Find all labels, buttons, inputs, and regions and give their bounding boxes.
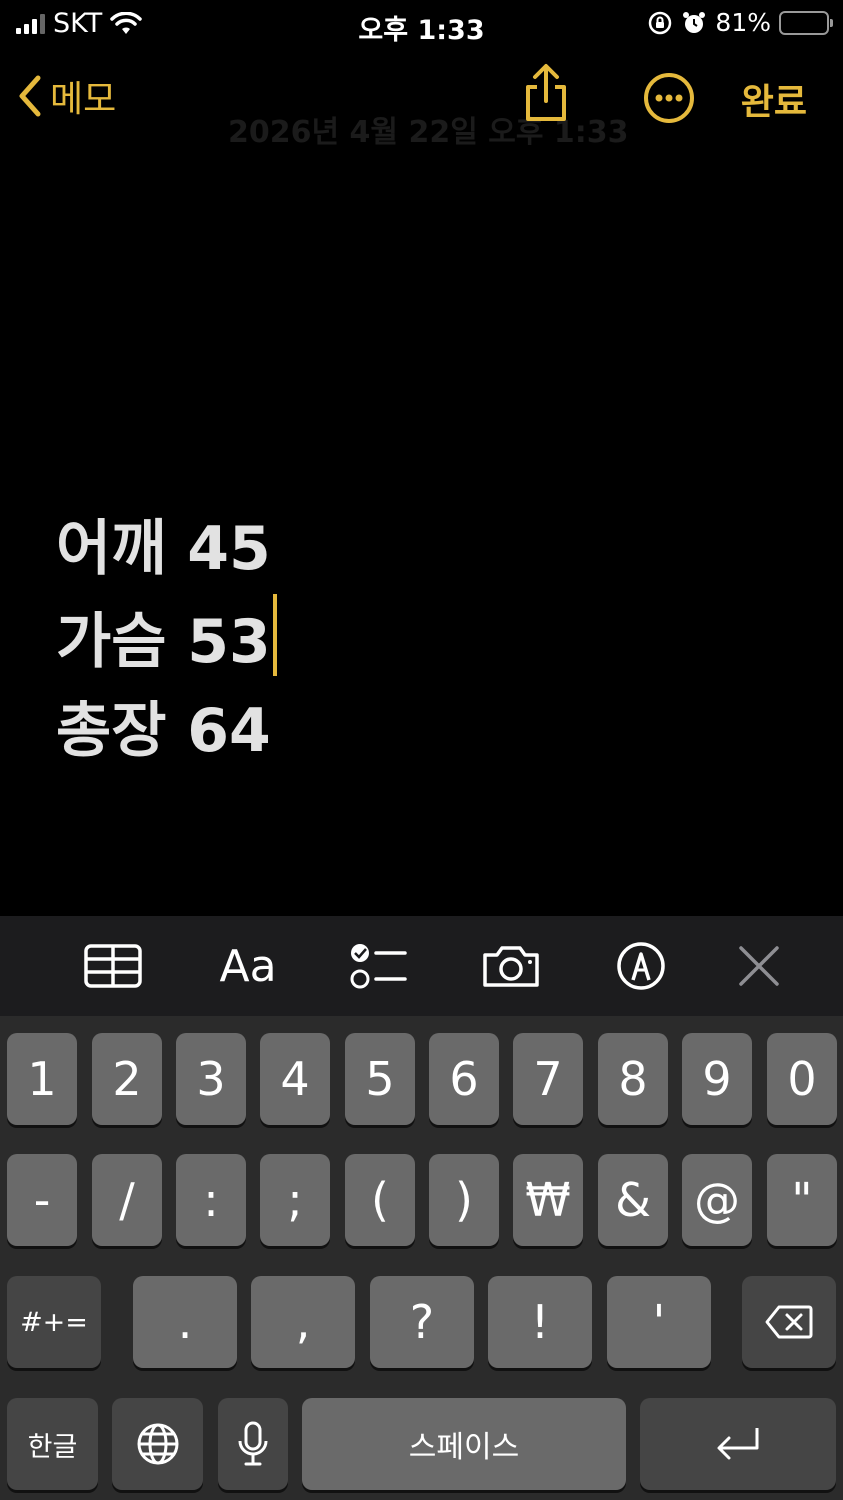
- key-5[interactable]: 5: [345, 1033, 415, 1125]
- key-4[interactable]: !: [488, 1276, 592, 1368]
- note-line: 어깨 45: [56, 505, 277, 594]
- symbols-toggle-key[interactable]: #+=: [7, 1276, 101, 1368]
- checklist-button[interactable]: [348, 938, 408, 994]
- key-9[interactable]: @: [682, 1154, 752, 1246]
- more-icon: [644, 73, 694, 123]
- format-button[interactable]: Aa: [216, 938, 280, 994]
- back-label: 메모: [50, 79, 117, 120]
- table-button[interactable]: [84, 938, 142, 994]
- table-icon: [84, 944, 142, 988]
- language-key[interactable]: 한글: [7, 1398, 98, 1490]
- status-right: 81% ⚡: [647, 8, 833, 37]
- key-3[interactable]: ?: [370, 1276, 474, 1368]
- back-button[interactable]: 메모: [16, 70, 116, 122]
- key-8[interactable]: &: [598, 1154, 668, 1246]
- key-4[interactable]: 4: [260, 1033, 330, 1125]
- space-key[interactable]: 스페이스: [302, 1398, 626, 1490]
- key-10[interactable]: ": [767, 1154, 837, 1246]
- key-9[interactable]: 9: [682, 1033, 752, 1125]
- charging-bolt-icon: ⚡: [796, 8, 812, 33]
- note-line-text: 어깨 45: [56, 514, 271, 584]
- more-button[interactable]: [642, 71, 696, 129]
- markup-pen-icon: [617, 942, 665, 990]
- close-keyboard-button[interactable]: [737, 938, 781, 994]
- globe-icon: [137, 1423, 178, 1465]
- camera-icon: [483, 946, 539, 987]
- done-button[interactable]: 완료: [741, 73, 807, 125]
- camera-button[interactable]: [481, 938, 541, 994]
- alarm-icon: [683, 11, 706, 33]
- keyboard: 1234567890 - /:;() ₩ & @ " #+= .,?! ' 한글 스페이스: [0, 1016, 843, 1500]
- key-7[interactable]: 7: [513, 1033, 583, 1125]
- text-cursor: [272, 594, 277, 676]
- key-2[interactable]: /: [92, 1154, 162, 1246]
- key-2[interactable]: 2: [92, 1033, 162, 1125]
- note-body[interactable]: 어깨 45 가슴 53 총장 64: [56, 505, 277, 776]
- key-8[interactable]: 8: [598, 1033, 668, 1125]
- note-line-text: 가슴 53: [56, 607, 271, 677]
- key-6[interactable]: 6: [429, 1033, 499, 1125]
- key-1[interactable]: -: [7, 1154, 77, 1246]
- battery-percent: 81%: [715, 8, 771, 37]
- format-toolbar: Aa: [0, 916, 843, 1016]
- key-10[interactable]: 0: [767, 1033, 837, 1125]
- backspace-icon: [765, 1305, 813, 1339]
- battery-charging-icon: ⚡: [779, 8, 833, 35]
- status-bar: SKT 오후 1:33 81% ⚡: [0, 0, 843, 50]
- key-5[interactable]: ': [607, 1276, 711, 1368]
- key-3[interactable]: 3: [176, 1033, 246, 1125]
- share-button[interactable]: [520, 63, 572, 127]
- globe-key[interactable]: [112, 1398, 203, 1490]
- note-line-text: 총장 64: [56, 696, 271, 766]
- microphone-icon: [238, 1421, 268, 1466]
- key-5[interactable]: (: [345, 1154, 415, 1246]
- note-line: 가슴 53: [56, 594, 277, 687]
- close-icon: [739, 946, 779, 986]
- return-icon: [717, 1428, 759, 1460]
- markup-button[interactable]: [615, 938, 667, 994]
- key-4[interactable]: ;: [260, 1154, 330, 1246]
- key-7[interactable]: ₩: [513, 1154, 583, 1246]
- checklist-icon: [350, 944, 407, 989]
- nav-bar: 메모 2026년 4월 22일 오후 1:33 완료: [0, 55, 843, 150]
- key-1[interactable]: .: [133, 1276, 237, 1368]
- key-1[interactable]: 1: [7, 1033, 77, 1125]
- delete-key[interactable]: [742, 1276, 836, 1368]
- note-line: 총장 64: [56, 687, 277, 776]
- rotation-lock-icon: [649, 11, 672, 34]
- chevron-left-icon: [19, 75, 41, 117]
- return-key[interactable]: [640, 1398, 836, 1490]
- dictation-key[interactable]: [218, 1398, 288, 1490]
- key-6[interactable]: ): [429, 1154, 499, 1246]
- key-3[interactable]: :: [176, 1154, 246, 1246]
- key-2[interactable]: ,: [251, 1276, 355, 1368]
- share-icon: [526, 64, 566, 121]
